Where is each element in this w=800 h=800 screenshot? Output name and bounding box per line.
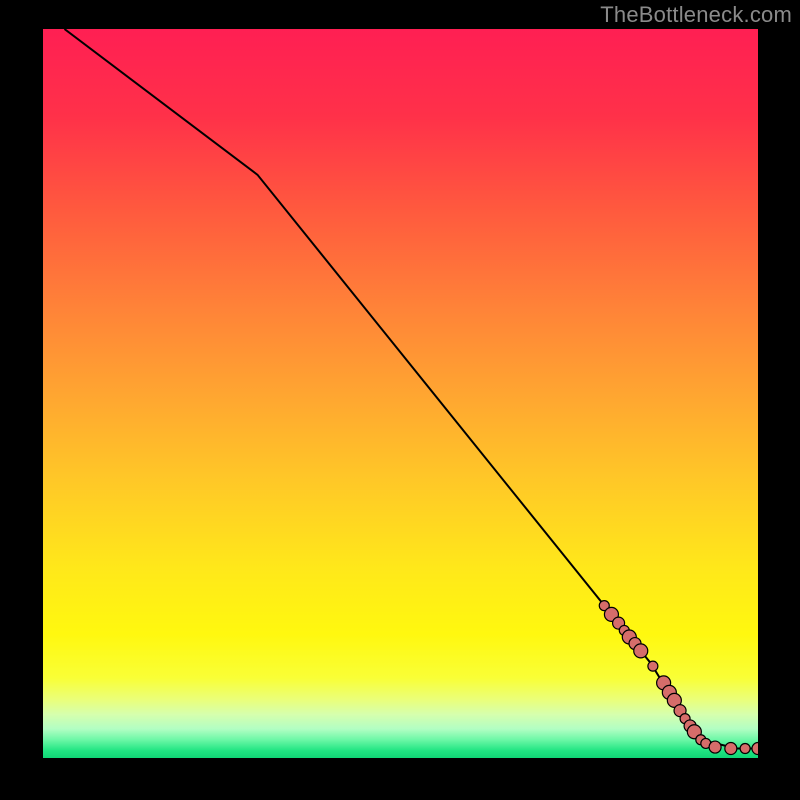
marker-point — [648, 661, 658, 671]
chart-overlay — [43, 29, 758, 758]
marker-point — [634, 644, 648, 658]
marker-point — [740, 744, 750, 754]
marker-point — [709, 741, 721, 753]
marker-point — [752, 743, 758, 755]
marker-point — [725, 743, 737, 755]
curve-line — [64, 29, 758, 749]
marker-group — [599, 601, 758, 755]
watermark-text: TheBottleneck.com — [600, 2, 792, 28]
plot-area — [43, 29, 758, 758]
chart-container: TheBottleneck.com — [0, 0, 800, 800]
